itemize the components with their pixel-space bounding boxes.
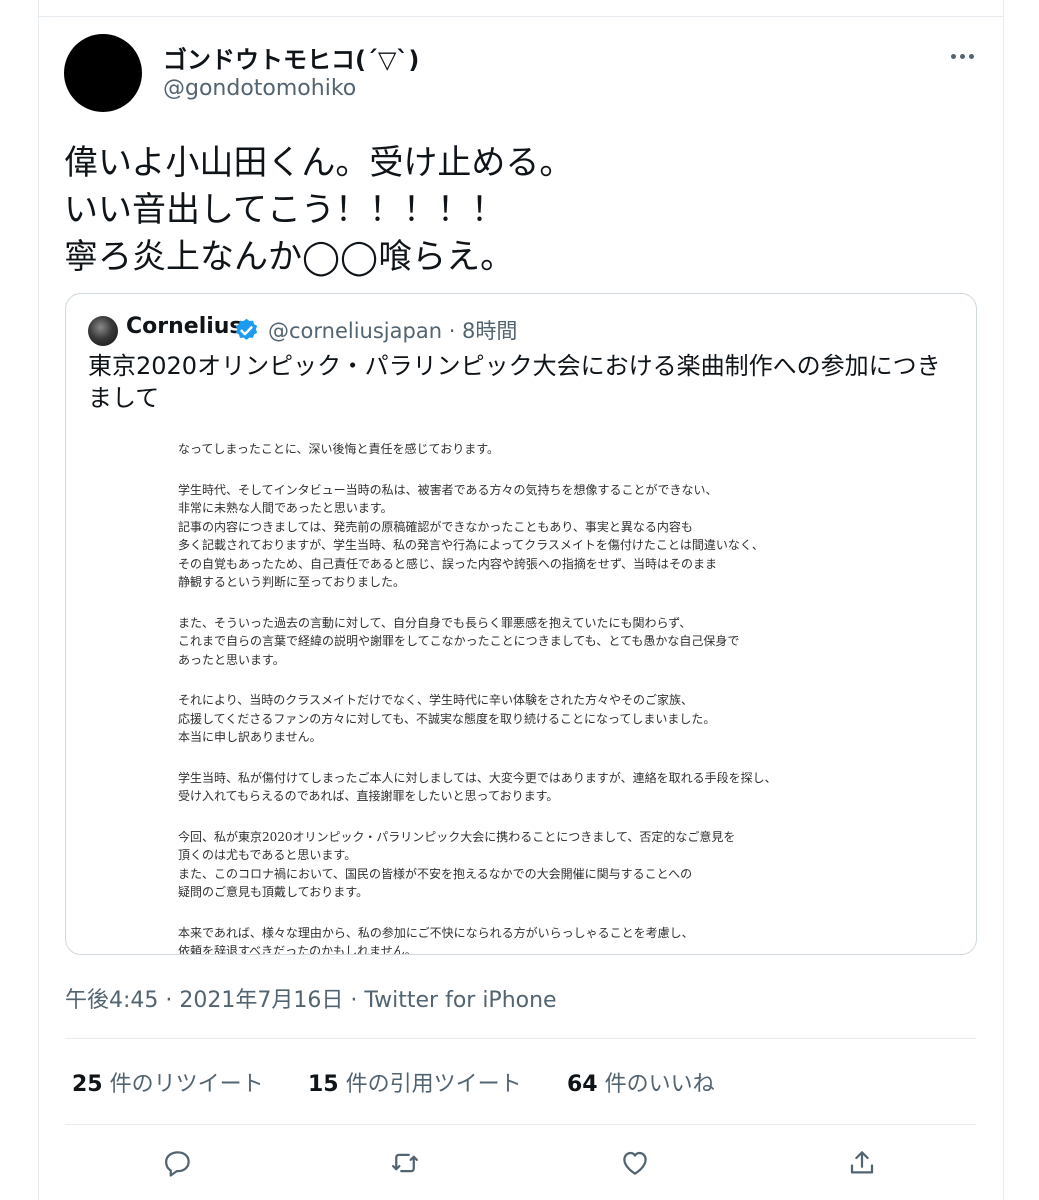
reply-icon <box>165 1151 190 1177</box>
retweet-icon <box>392 1153 418 1173</box>
quoted-tweet-card[interactable]: Cornelius @corneliusjapan · 8時間 東京2020オリ… <box>65 293 977 955</box>
statement-paragraph: 学生当時、私が傷付けてしまったご本人に対しましては、大変今更ではありますが、連絡… <box>178 769 898 806</box>
tweet-line: 偉いよ小山田くん。受け止める。 <box>64 143 574 183</box>
statement-line: 学生時代、そしてインタビュー当時の私は、被害者である方々の気持ちを想像することが… <box>178 482 718 497</box>
likes-count: 64 <box>567 1072 598 1097</box>
statement-image[interactable]: なってしまったことに、深い後悔と責任を感じております。学生時代、そしてインタビュ… <box>86 426 956 954</box>
divider <box>65 1038 976 1039</box>
share-icon <box>850 1151 874 1174</box>
statement-line: それにより、当時のクラスメイトだけでなく、学生時代に辛い体験をされた方々やそのご… <box>178 693 694 707</box>
share-button[interactable] <box>839 1140 885 1186</box>
statement-line: なってしまったことに、深い後悔と責任を感じております。 <box>178 442 500 456</box>
retweets-stat[interactable]: 25 件のリツイート <box>72 1066 264 1098</box>
statement-line: 記事の内容につきましては、発売前の原稿確認ができなかったこともあり、事実と異なる… <box>178 519 693 534</box>
statement-line: 静観するという判断に至っておりました。 <box>178 575 406 589</box>
statement-line: 多く記載されておりますが、学生当時、私の発言や行為によってクラスメイトを傷付けた… <box>178 538 764 552</box>
like-button[interactable] <box>612 1140 658 1186</box>
statement-line: 受け入れてもらえるのであれば、直接謝罪をしたいと思っております。 <box>178 789 559 803</box>
quoted-author-avatar <box>88 316 118 346</box>
tweet-line: いい音出してこう！！！！！ <box>64 190 505 230</box>
statement-line: これまで自らの言葉で経緯の説明や謝罪をしてこなかったことにつきましても、とても愚… <box>178 634 740 648</box>
statement-line: 本来であれば、様々な理由から、私の参加にご不快になられる方がいらっしゃることを考… <box>178 925 694 940</box>
statement-line: また、このコロナ禍において、国民の皆様が不安を抱えるなかでの大会開催に関与するこ… <box>178 866 693 881</box>
statement-line: あったと思います。 <box>178 652 285 667</box>
like-icon <box>623 1151 647 1175</box>
tweet-text: 偉いよ小山田くん。受け止める。 いい音出してこう！！！！！ 寧ろ炎上なんか◯◯喰… <box>64 140 964 281</box>
statement-line: 学生当時、私が傷付けてしまったご本人に対しましては、大変今更ではありますが、連絡… <box>178 770 777 785</box>
statement-line: 応援してくださるファンの方々に対しても、不誠実な態度を取り続けることになってしま… <box>178 711 716 726</box>
statement-paragraph: 今回、私が東京2020オリンピック・パラリンピック大会に携わることにつきまして、… <box>178 828 898 902</box>
reply-button[interactable] <box>155 1140 201 1186</box>
author-avatar[interactable] <box>64 34 142 112</box>
author-handle[interactable]: @gondotomohiko <box>163 76 356 101</box>
quote-tweets-stat[interactable]: 15 件の引用ツイート <box>308 1066 522 1098</box>
quoted-handle-time: @corneliusjapan · 8時間 <box>268 319 518 343</box>
retweets-label: 件のリツイート <box>109 1072 264 1097</box>
top-divider <box>38 16 1004 17</box>
likes-label: 件のいいね <box>604 1072 715 1097</box>
statement-paragraph: なってしまったことに、深い後悔と責任を感じております。 <box>178 440 898 459</box>
quoted-tweet-text: 東京2020オリンピック・パラリンピック大会における楽曲制作への参加につきまして <box>88 352 941 412</box>
statement-paragraph: 学生時代、そしてインタビュー当時の私は、被害者である方々の気持ちを想像することが… <box>178 481 898 592</box>
tweet-line: 寧ろ炎上なんか◯◯喰らえ。 <box>64 237 515 277</box>
statement-paragraph: また、そういった過去の言動に対して、自分自身でも長らく罪悪感を抱えていたにも関わ… <box>178 614 898 670</box>
verified-badge-icon <box>235 318 258 340</box>
retweets-count: 25 <box>72 1072 103 1097</box>
tweet-timestamp[interactable]: 午後4:45 · 2021年7月16日 · Twitter for iPhone <box>65 982 557 1014</box>
retweet-button[interactable] <box>382 1140 428 1186</box>
statement-paragraph: それにより、当時のクラスメイトだけでなく、学生時代に辛い体験をされた方々やそのご… <box>178 691 898 747</box>
statement-paragraph: 本来であれば、様々な理由から、私の参加にご不快になられる方がいらっしゃることを考… <box>178 924 898 955</box>
author-display-name[interactable]: ゴンドウトモヒコ(´▽`) <box>163 40 419 75</box>
more-options-icon[interactable] <box>946 44 978 68</box>
divider <box>65 1124 976 1125</box>
statement-line: 頂くのは尤もであると思います。 <box>178 848 357 862</box>
statement-line: また、そういった過去の言動に対して、自分自身でも長らく罪悪感を抱えていたにも関わ… <box>178 615 692 630</box>
statement-line: 今回、私が東京2020オリンピック・パラリンピック大会に携わることにつきまして、… <box>178 829 736 844</box>
column-border-left <box>38 0 39 1200</box>
statement-line: 非常に未熟な人間であったと思います。 <box>178 501 393 515</box>
statement-text: なってしまったことに、深い後悔と責任を感じております。学生時代、そしてインタビュ… <box>178 440 898 954</box>
action-bar <box>65 1140 976 1186</box>
quoted-author-name: Cornelius <box>126 314 243 339</box>
statement-line: 本当に申し訳ありません。 <box>178 730 322 744</box>
statement-line: 疑問のご意見も頂戴しております。 <box>178 885 369 899</box>
quote-tweets-count: 15 <box>308 1072 339 1097</box>
column-border-right <box>1003 0 1004 1200</box>
likes-stat[interactable]: 64 件のいいね <box>567 1066 715 1098</box>
engagement-stats: 25 件のリツイート 15 件の引用ツイート 64 件のいいね <box>65 1066 976 1100</box>
statement-line: 依頼を辞退すべきだったのかもしれません。 <box>178 944 417 954</box>
quote-tweets-label: 件の引用ツイート <box>345 1072 522 1097</box>
statement-line: その自覚もあったため、自己責任であると感じ、誤った内容や誇張への指摘をせず、当時… <box>178 556 718 571</box>
